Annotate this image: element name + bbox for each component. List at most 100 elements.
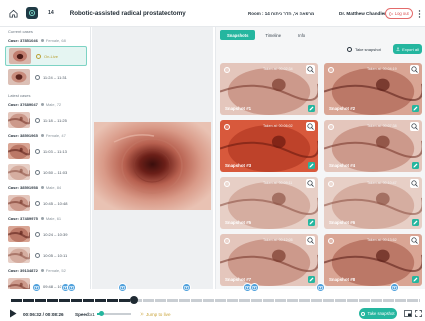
tab-info[interactable]: Info bbox=[291, 30, 312, 40]
edit-icon[interactable] bbox=[412, 105, 419, 112]
video-item-active[interactable]: On-Live bbox=[5, 46, 87, 66]
home-icon[interactable] bbox=[9, 9, 18, 18]
progress-segment-gap bbox=[298, 299, 299, 302]
snapshot-card[interactable]: Taken at: 00:09:11 Snapshot #5 bbox=[220, 177, 318, 229]
snapshot-marker-icon[interactable] bbox=[67, 283, 76, 292]
select-checkbox[interactable] bbox=[328, 67, 334, 73]
zoom-icon[interactable] bbox=[306, 236, 315, 245]
case-meta: Male, 61 bbox=[40, 216, 61, 221]
snapshot-caption: Snapshot #1 bbox=[225, 106, 252, 111]
zoom-icon[interactable] bbox=[306, 179, 315, 188]
edit-icon[interactable] bbox=[412, 276, 419, 283]
room-label: Room : מרפאה א', חדר ניתוח 14 bbox=[248, 10, 315, 16]
snapshot-marker-icon[interactable] bbox=[390, 283, 399, 292]
select-checkbox[interactable] bbox=[328, 238, 334, 244]
tab-timeline[interactable]: Timeline bbox=[258, 30, 288, 40]
patient-icon bbox=[40, 217, 44, 220]
edit-icon[interactable] bbox=[308, 276, 315, 283]
play-icon[interactable] bbox=[9, 309, 17, 318]
select-checkbox[interactable] bbox=[224, 181, 230, 187]
app-root: 14 Robotic-assisted radical prostatectom… bbox=[0, 0, 425, 321]
select-checkbox[interactable] bbox=[224, 238, 230, 244]
tab-snapshots[interactable]: Snapshots bbox=[220, 30, 256, 40]
video-time: 10:05 – 10:11 bbox=[35, 252, 67, 258]
progress-segment-gap bbox=[382, 299, 383, 302]
edit-icon[interactable] bbox=[308, 219, 315, 226]
video-time: 10:24 – 10:39 bbox=[35, 231, 67, 237]
select-checkbox[interactable] bbox=[224, 124, 230, 130]
snapshot-card[interactable]: Taken at: 00:13:52 Snapshot #8 bbox=[324, 234, 422, 286]
speed-label: Speed: bbox=[75, 311, 91, 317]
jump-to-live-label: Jump to live bbox=[146, 311, 171, 317]
progress-segment-gap bbox=[406, 299, 407, 302]
zoom-icon[interactable] bbox=[306, 65, 315, 74]
picture-in-picture-icon[interactable] bbox=[404, 310, 412, 317]
snapshot-marker-icon[interactable] bbox=[118, 283, 127, 292]
select-checkbox[interactable] bbox=[328, 124, 334, 130]
case-patient: Female, 68 bbox=[45, 38, 66, 43]
case-header[interactable]: Case: 37489975 Male, 61 bbox=[5, 214, 87, 223]
edit-icon[interactable] bbox=[308, 105, 315, 112]
video-item[interactable]: 11:24 – 11:31 bbox=[5, 67, 87, 87]
case-meta: Female, 47 bbox=[40, 133, 66, 138]
snapshot-card[interactable]: Taken at: 00:12:05 Snapshot #7 bbox=[220, 234, 318, 286]
jump-to-live-button[interactable]: Jump to live bbox=[140, 309, 171, 319]
snapshot-card[interactable]: Taken at: 00:07:38 Snapshot #4 bbox=[324, 120, 422, 172]
video-item[interactable]: 10:45 – 10:48 bbox=[5, 193, 87, 213]
zoom-icon[interactable] bbox=[410, 122, 419, 131]
zoom-icon[interactable] bbox=[306, 122, 315, 131]
case-header[interactable]: Case: 38591965 Female, 47 bbox=[5, 131, 87, 140]
video-item[interactable]: 10:05 – 10:11 bbox=[5, 245, 87, 265]
logout-button[interactable]: Log out bbox=[385, 8, 413, 19]
take-snapshot-link[interactable]: Take snapshot bbox=[347, 44, 381, 54]
video-item[interactable]: 10:50 – 11:03 bbox=[5, 162, 87, 182]
progress-segment-gap bbox=[370, 299, 371, 302]
progress-segment-gap bbox=[70, 299, 71, 302]
select-checkbox[interactable] bbox=[224, 67, 230, 73]
video-time-label: 11:18 – 11:25 bbox=[43, 117, 67, 123]
snapshot-card[interactable]: Taken at: 00:06:02 Snapshot #3 bbox=[220, 120, 318, 172]
case-header[interactable]: Case: 37689047 Male, 72 bbox=[5, 100, 87, 109]
video-player[interactable] bbox=[92, 27, 213, 297]
logout-label: Log out bbox=[394, 11, 409, 16]
video-item[interactable]: 10:24 – 10:39 bbox=[5, 224, 87, 244]
snapshot-card[interactable]: Taken at: 00:10:47 Snapshot #6 bbox=[324, 177, 422, 229]
select-checkbox[interactable] bbox=[328, 181, 334, 187]
video-thumbnail bbox=[9, 48, 31, 64]
progress-segment-gap bbox=[10, 299, 11, 302]
snapshot-marker-icon[interactable] bbox=[32, 283, 41, 292]
video-item[interactable]: 11:03 – 11:13 bbox=[5, 141, 87, 161]
zoom-icon[interactable] bbox=[410, 236, 419, 245]
current-cases-title: Current cases bbox=[8, 29, 33, 34]
snapshot-card[interactable]: Taken at: 00:02:34 Snapshot #1 bbox=[220, 63, 318, 115]
progress-segment-gap bbox=[46, 299, 47, 302]
case-patient: Male, 72 bbox=[45, 102, 62, 107]
clock-icon bbox=[35, 148, 40, 154]
fullscreen-icon[interactable] bbox=[415, 310, 422, 317]
take-snapshot-button[interactable]: Take snapshot bbox=[359, 308, 397, 319]
video-thumbnail bbox=[8, 69, 30, 85]
edit-icon[interactable] bbox=[308, 162, 315, 169]
case-header[interactable]: Case: 38591958 Male, 84 bbox=[5, 183, 87, 192]
snapshot-marker-icon[interactable] bbox=[182, 283, 191, 292]
edit-icon[interactable] bbox=[412, 219, 419, 226]
zoom-icon[interactable] bbox=[410, 65, 419, 74]
more-vertical-icon[interactable] bbox=[418, 10, 421, 18]
case-header[interactable]: Case: 37851046 Female, 68 bbox=[5, 36, 87, 45]
snapshot-card[interactable]: Taken at: 00:04:19 Snapshot #2 bbox=[324, 63, 422, 115]
snapshot-marker-icon[interactable] bbox=[250, 283, 259, 292]
progress-segment-gap bbox=[226, 299, 227, 302]
export-all-button[interactable]: Export all bbox=[393, 44, 422, 54]
current-case: Case: 37851046 Female, 68 On-Live 11:24 … bbox=[5, 36, 87, 87]
progress-played[interactable] bbox=[10, 299, 134, 302]
scrub-handle[interactable] bbox=[130, 296, 138, 304]
speed-slider-knob[interactable] bbox=[99, 311, 104, 316]
zoom-icon[interactable] bbox=[410, 179, 419, 188]
logo-icon bbox=[26, 7, 38, 19]
video-item[interactable]: 11:18 – 11:25 bbox=[5, 110, 87, 130]
progress-remaining[interactable] bbox=[134, 299, 420, 302]
snapshot-marker-icon[interactable] bbox=[316, 283, 325, 292]
edit-icon[interactable] bbox=[412, 162, 419, 169]
case-header[interactable]: Case: 39134872 Female, 52 bbox=[5, 266, 87, 275]
case-meta: Female, 68 bbox=[40, 38, 66, 43]
